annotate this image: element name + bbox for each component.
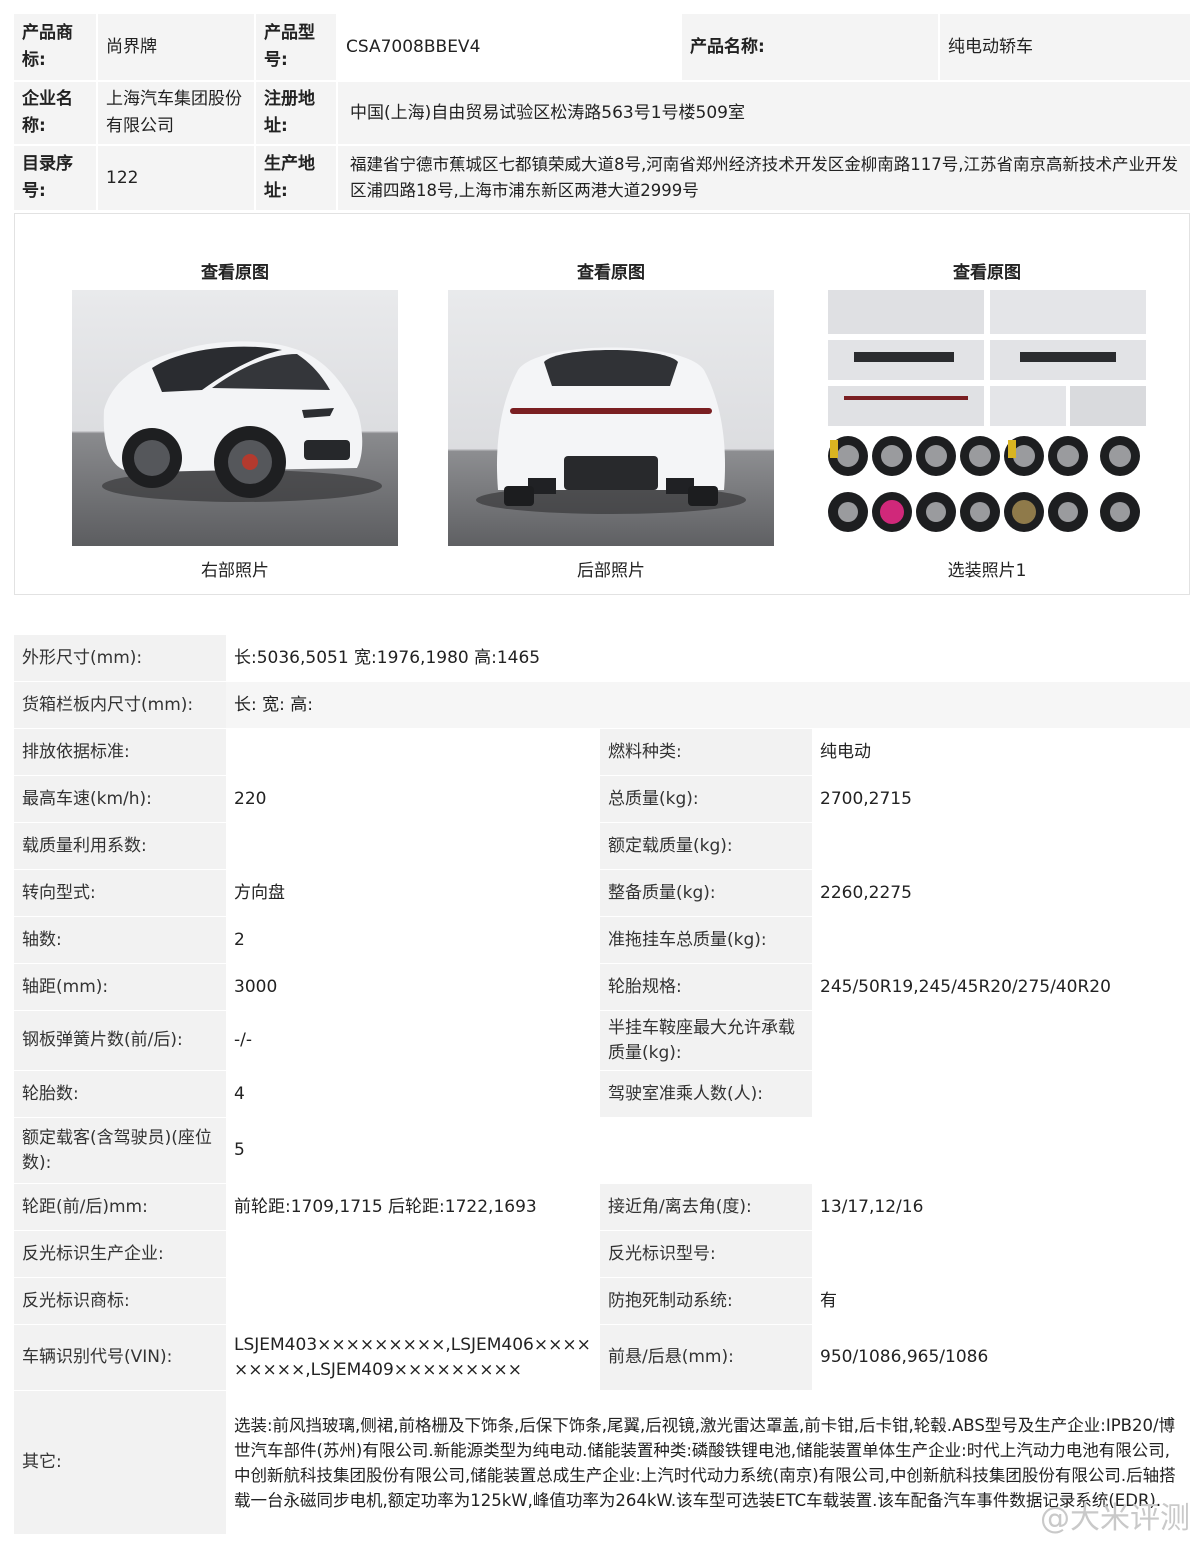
table-row: 轴数: 2 准拖挂车总质量(kg): [14, 916, 1190, 963]
table-row: 额定载客(含驾驶员)(座位数): 5 [14, 1117, 1190, 1183]
load-utilization-value [226, 823, 600, 869]
table-row: 货箱栏板内尺寸(mm): 长: 宽: 高: [14, 681, 1190, 728]
photo-panel: 查看原图 右部照片 查看原图 后部照片 查看原图 选装照片1 [14, 213, 1190, 595]
seating-value: 5 [226, 1118, 1190, 1183]
cab-occupants-label: 驾驶室准乘人数(人): [600, 1071, 812, 1117]
abs-label: 防抱死制动系统: [600, 1278, 812, 1324]
table-row: 反光标识商标: 防抱死制动系统: 有 [14, 1277, 1190, 1324]
table-row: 其它: 选装:前风挡玻璃,侧裙,前格栅及下饰条,后保下饰条,尾翼,后视镜,激光雷… [14, 1390, 1190, 1534]
leaf-spring-value: -/- [226, 1011, 600, 1070]
view-original-link[interactable]: 查看原图 [446, 258, 776, 283]
load-utilization-label: 载质量利用系数: [14, 823, 226, 869]
table-row: 载质量利用系数: 额定载质量(kg): [14, 822, 1190, 869]
spec-table: 外形尺寸(mm): 长:5036,5051 宽:1976,1980 高:1465… [14, 634, 1190, 1534]
max-speed-value: 220 [226, 776, 600, 822]
fuel-type-label: 燃料种类: [600, 729, 812, 775]
other-label: 其它: [14, 1391, 226, 1534]
table-row: 反光标识生产企业: 反光标识型号: [14, 1230, 1190, 1277]
seating-label: 额定载客(含驾驶员)(座位数): [14, 1118, 226, 1183]
tire-spec-value: 245/50R19,245/45R20/275/40R20 [812, 964, 1190, 1010]
options-collage-image[interactable] [824, 290, 1150, 546]
photo-caption-rear: 后部照片 [577, 561, 645, 581]
cargo-dimensions-label: 货箱栏板内尺寸(mm): [14, 682, 226, 728]
car-right-image[interactable] [72, 290, 398, 546]
table-row: 轴距(mm): 3000 轮胎规格: 245/50R19,245/45R20/2… [14, 963, 1190, 1010]
emission-standard-value [226, 729, 600, 775]
table-row: 车辆识别代号(VIN): LSJEM403×××××××××,LSJEM406×… [14, 1324, 1190, 1390]
emission-standard-label: 排放依据标准: [14, 729, 226, 775]
catalog-number-value: 122 [98, 146, 254, 210]
product-name-label: 产品名称: [682, 14, 938, 80]
table-row: 最高车速(km/h): 220 总质量(kg): 2700,2715 [14, 775, 1190, 822]
tire-count-value: 4 [226, 1071, 600, 1117]
vin-value: LSJEM403×××××××××,LSJEM406×××××××××,LSJE… [226, 1325, 600, 1390]
curb-weight-value: 2260,2275 [812, 870, 1190, 916]
leaf-spring-label: 钢板弹簧片数(前/后): [14, 1011, 226, 1070]
table-row: 轮距(前/后)mm: 前轮距:1709,1715 后轮距:1722,1693 接… [14, 1183, 1190, 1230]
wheelbase-value: 3000 [226, 964, 600, 1010]
saddle-load-label: 半挂车鞍座最大允许承载质量(kg): [600, 1011, 812, 1070]
track-width-label: 轮距(前/后)mm: [14, 1184, 226, 1230]
table-row: 轮胎数: 4 驾驶室准乘人数(人): [14, 1070, 1190, 1117]
reflector-maker-value [226, 1231, 600, 1277]
abs-value: 有 [812, 1278, 1190, 1324]
vin-label: 车辆识别代号(VIN): [14, 1325, 226, 1390]
reflector-model-value [812, 1231, 1190, 1277]
reflector-brand-label: 反光标识商标: [14, 1278, 226, 1324]
cargo-dimensions-value: 长: 宽: 高: [226, 682, 1190, 728]
registered-address-label: 注册地址: [256, 82, 336, 144]
steering-type-label: 转向型式: [14, 870, 226, 916]
company-label: 企业名称: [14, 82, 96, 144]
reflector-model-label: 反光标识型号: [600, 1231, 812, 1277]
table-row: 转向型式: 方向盘 整备质量(kg): 2260,2275 [14, 869, 1190, 916]
table-row: 钢板弹簧片数(前/后): -/- 半挂车鞍座最大允许承载质量(kg): [14, 1010, 1190, 1070]
axle-count-label: 轴数: [14, 917, 226, 963]
photo-caption-options: 选装照片1 [947, 561, 1027, 581]
trailer-mass-label: 准拖挂车总质量(kg): [600, 917, 812, 963]
max-speed-label: 最高车速(km/h): [14, 776, 226, 822]
catalog-number-label: 目录序号: [14, 146, 96, 210]
model-value: CSA7008BBEV4 [338, 14, 680, 80]
product-name-value: 纯电动轿车 [940, 14, 1190, 80]
dimensions-value: 长:5036,5051 宽:1976,1980 高:1465 [226, 635, 1190, 681]
approach-departure-value: 13/17,12/16 [812, 1184, 1190, 1230]
axle-count-value: 2 [226, 917, 600, 963]
registered-address-value: 中国(上海)自由贸易试验区松涛路563号1号楼509室 [338, 82, 1190, 144]
rated-load-label: 额定载质量(kg): [600, 823, 812, 869]
production-address-value: 福建省宁德市蕉城区七都镇荣威大道8号,河南省郑州经济技术开发区金柳南路117号,… [338, 146, 1190, 210]
table-row: 排放依据标准: 燃料种类: 纯电动 [14, 728, 1190, 775]
curb-weight-label: 整备质量(kg): [600, 870, 812, 916]
total-mass-label: 总质量(kg): [600, 776, 812, 822]
tire-spec-label: 轮胎规格: [600, 964, 812, 1010]
total-mass-value: 2700,2715 [812, 776, 1190, 822]
production-address-label: 生产地址: [256, 146, 336, 210]
reflector-maker-label: 反光标识生产企业: [14, 1231, 226, 1277]
view-original-link[interactable]: 查看原图 [70, 258, 400, 283]
reflector-brand-value [226, 1278, 600, 1324]
wheelbase-label: 轴距(mm): [14, 964, 226, 1010]
dimensions-label: 外形尺寸(mm): [14, 635, 226, 681]
saddle-load-value [812, 1011, 1190, 1070]
cab-occupants-value [812, 1071, 1190, 1117]
photo-caption-right: 右部照片 [201, 561, 269, 581]
approach-departure-label: 接近角/离去角(度): [600, 1184, 812, 1230]
track-width-value: 前轮距:1709,1715 后轮距:1722,1693 [226, 1184, 600, 1230]
steering-type-value: 方向盘 [226, 870, 600, 916]
view-original-link[interactable]: 查看原图 [822, 258, 1152, 283]
watermark: @大米评测 [1040, 1501, 1190, 1536]
model-label: 产品型号: [256, 14, 336, 80]
tire-count-label: 轮胎数: [14, 1071, 226, 1117]
brand-value: 尚界牌 [98, 14, 254, 80]
trailer-mass-value [812, 917, 1190, 963]
fuel-type-value: 纯电动 [812, 729, 1190, 775]
car-rear-image[interactable] [448, 290, 774, 546]
table-row: 外形尺寸(mm): 长:5036,5051 宽:1976,1980 高:1465 [14, 634, 1190, 681]
company-value: 上海汽车集团股份有限公司 [98, 82, 254, 144]
rated-load-value [812, 823, 1190, 869]
brand-label: 产品商标: [14, 14, 96, 80]
overhang-label: 前悬/后悬(mm): [600, 1325, 812, 1390]
overhang-value: 950/1086,965/1086 [812, 1325, 1190, 1390]
